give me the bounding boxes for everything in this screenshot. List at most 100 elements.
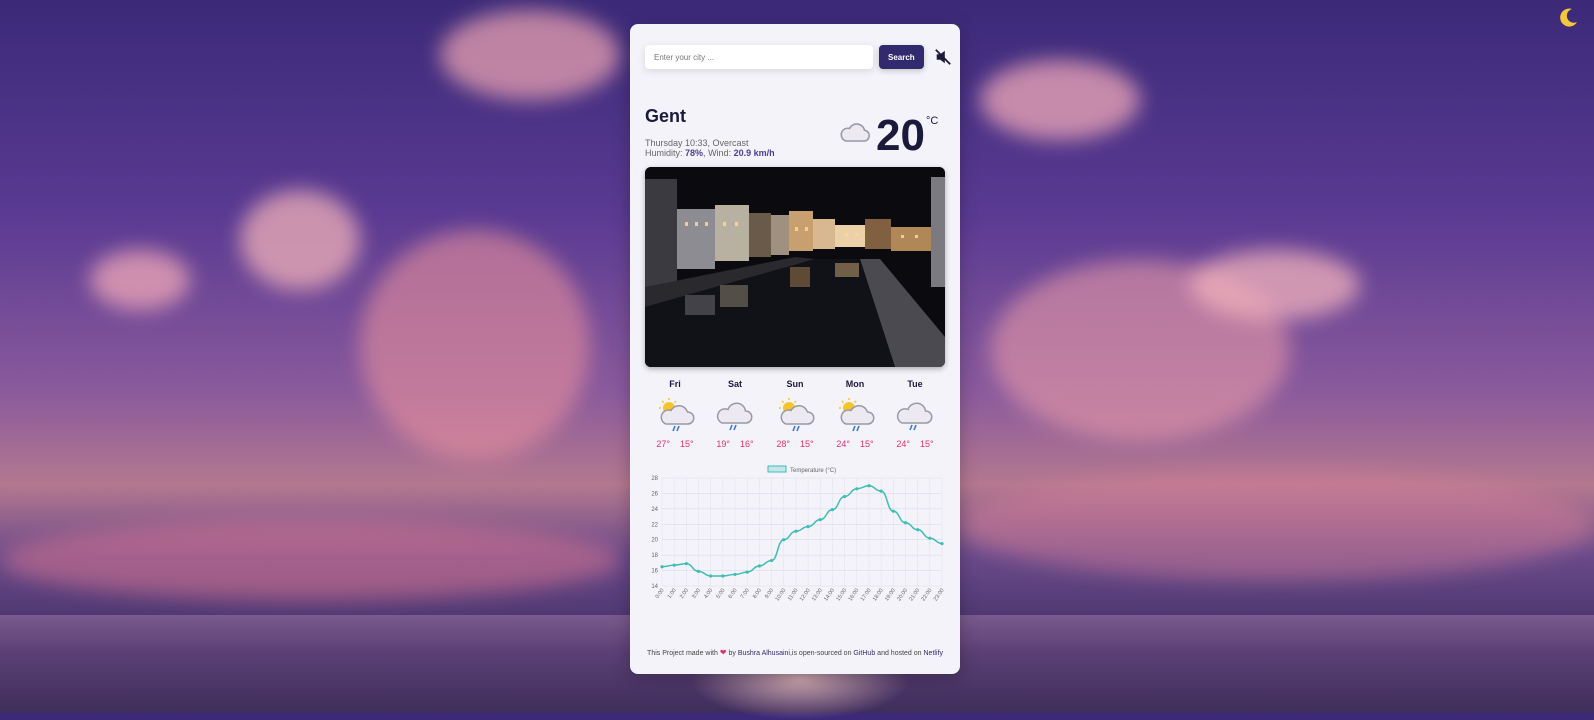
forecast-max: 24° bbox=[896, 439, 910, 449]
x-tick-label: 12:00 bbox=[799, 588, 812, 603]
bg-cloud bbox=[0, 520, 620, 600]
forecast-day: Sat 19° 16° bbox=[705, 379, 765, 449]
forecast-day-name: Mon bbox=[845, 379, 865, 389]
y-tick-label: 24 bbox=[651, 507, 658, 513]
x-tick-label: 3:00 bbox=[691, 588, 702, 600]
temperature-point bbox=[733, 572, 737, 577]
x-tick-label: 2:00 bbox=[679, 588, 690, 600]
temperature-point bbox=[696, 569, 701, 573]
x-tick-label: 6:00 bbox=[728, 588, 739, 600]
footer-by: by bbox=[728, 650, 736, 657]
cloud-rain-icon bbox=[896, 402, 933, 431]
forecast-day: Sun 28° 15° bbox=[765, 379, 825, 449]
bg-cloud bbox=[1190, 250, 1360, 320]
forecast-day: Mon 24° 15° bbox=[825, 379, 885, 449]
forecast-min: 15° bbox=[800, 439, 814, 449]
temperature-point bbox=[855, 487, 859, 491]
forecast-day-name: Sat bbox=[727, 379, 742, 389]
moon-icon[interactable] bbox=[1556, 6, 1580, 30]
forecast-day: Fri 27° 15° bbox=[645, 379, 705, 449]
footer-pre: This Project made with bbox=[647, 650, 718, 657]
weather-details: Thursday 10:33, Overcast Humidity: 78%, … bbox=[645, 138, 775, 158]
x-tick-label: 16:00 bbox=[848, 588, 861, 603]
temperature-point bbox=[672, 563, 676, 567]
forecast-temps: 24° 15° bbox=[885, 439, 945, 449]
y-tick-label: 16 bbox=[651, 569, 658, 575]
x-tick-label: 21:00 bbox=[908, 588, 921, 603]
sun-cloud-rain-icon bbox=[779, 398, 815, 432]
forecast-day: Tue 24° 15° bbox=[885, 379, 945, 449]
bg-cloud bbox=[960, 470, 1594, 580]
y-tick-label: 26 bbox=[651, 491, 658, 497]
sun-cloud-rain-icon bbox=[659, 398, 695, 432]
city-name: Gent bbox=[645, 106, 687, 126]
y-tick-label: 20 bbox=[651, 538, 658, 544]
forecast-temps: 28° 15° bbox=[765, 439, 825, 449]
temperature-point bbox=[867, 484, 871, 488]
author-link[interactable]: Bushra Alhusaini bbox=[738, 650, 790, 657]
city-photo bbox=[645, 167, 945, 367]
cloud-rain-icon bbox=[716, 402, 753, 431]
x-tick-label: 9:00 bbox=[764, 588, 775, 600]
forecast-temps: 19° 16° bbox=[705, 439, 765, 449]
forecast-day-name: Sun bbox=[786, 379, 804, 389]
legend-label: Temperature (°C) bbox=[790, 468, 836, 474]
weather-card: Search Gent Thursday 10:33, Overcast Hum… bbox=[630, 24, 960, 674]
footer-and: and hosted on bbox=[877, 650, 922, 657]
forecast-min: 15° bbox=[680, 439, 694, 449]
legend-swatch bbox=[767, 465, 787, 473]
bg-cloud bbox=[240, 190, 360, 290]
city-search-input[interactable] bbox=[645, 45, 873, 69]
forecast-temps: 27° 15° bbox=[645, 439, 705, 449]
forecast-min: 16° bbox=[740, 439, 754, 449]
footer-mid: ,is open-sourced on bbox=[789, 650, 852, 657]
forecast-max: 27° bbox=[656, 439, 670, 449]
wind-value: 20.9 km/h bbox=[733, 148, 775, 158]
cloud-icon bbox=[840, 123, 871, 142]
x-tick-label: 22:00 bbox=[921, 588, 934, 603]
forecast-min: 15° bbox=[920, 439, 934, 449]
temperature-point bbox=[709, 574, 713, 578]
forecast-day-name: Tue bbox=[907, 379, 923, 389]
x-tick-label: 19:00 bbox=[884, 588, 897, 603]
temperature-unit: °C bbox=[926, 115, 939, 127]
x-tick-label: 1:00 bbox=[667, 588, 678, 600]
temperature-point bbox=[745, 570, 749, 574]
temperature-point bbox=[830, 508, 835, 512]
forecast-max: 19° bbox=[716, 439, 730, 449]
x-tick-label: 14:00 bbox=[823, 588, 836, 603]
forecast-min: 15° bbox=[860, 439, 874, 449]
humidity-wind: Humidity: 78%, Wind: 20.9 km/h bbox=[645, 148, 775, 158]
temperature-point bbox=[818, 518, 822, 522]
netlify-link[interactable]: Netlify bbox=[924, 650, 943, 657]
y-tick-label: 14 bbox=[651, 584, 658, 590]
temperature-point bbox=[769, 558, 774, 563]
forecast-max: 28° bbox=[776, 439, 790, 449]
temperature-point bbox=[794, 529, 798, 533]
speaker-muted-icon[interactable] bbox=[934, 48, 952, 66]
x-tick-label: 20:00 bbox=[896, 588, 909, 603]
humidity-label: Humidity: bbox=[645, 148, 683, 158]
y-tick-label: 28 bbox=[651, 476, 658, 482]
search-bar: Search bbox=[645, 45, 952, 69]
y-tick-label: 18 bbox=[651, 553, 658, 559]
x-tick-label: 11:00 bbox=[787, 588, 800, 602]
temperature-point bbox=[757, 564, 761, 568]
y-tick-label: 22 bbox=[651, 522, 658, 528]
temperature-point bbox=[891, 509, 895, 513]
sun-cloud-rain-icon bbox=[839, 398, 875, 432]
bg-cloud bbox=[440, 10, 620, 100]
temperature-point bbox=[928, 536, 932, 540]
x-tick-label: 23:00 bbox=[933, 588, 946, 603]
bg-cloud bbox=[360, 230, 590, 460]
temperature-point bbox=[843, 494, 847, 499]
x-tick-label: 7:00 bbox=[740, 588, 751, 600]
github-link[interactable]: GitHub bbox=[853, 650, 875, 657]
x-tick-label: 10:00 bbox=[775, 588, 788, 603]
temperature-point bbox=[806, 525, 810, 529]
search-button[interactable]: Search bbox=[879, 45, 924, 69]
x-tick-label: 13:00 bbox=[811, 588, 824, 603]
temperature-point bbox=[684, 562, 688, 566]
bg-cloud bbox=[980, 60, 1140, 140]
wind-label: Wind: bbox=[708, 148, 732, 158]
